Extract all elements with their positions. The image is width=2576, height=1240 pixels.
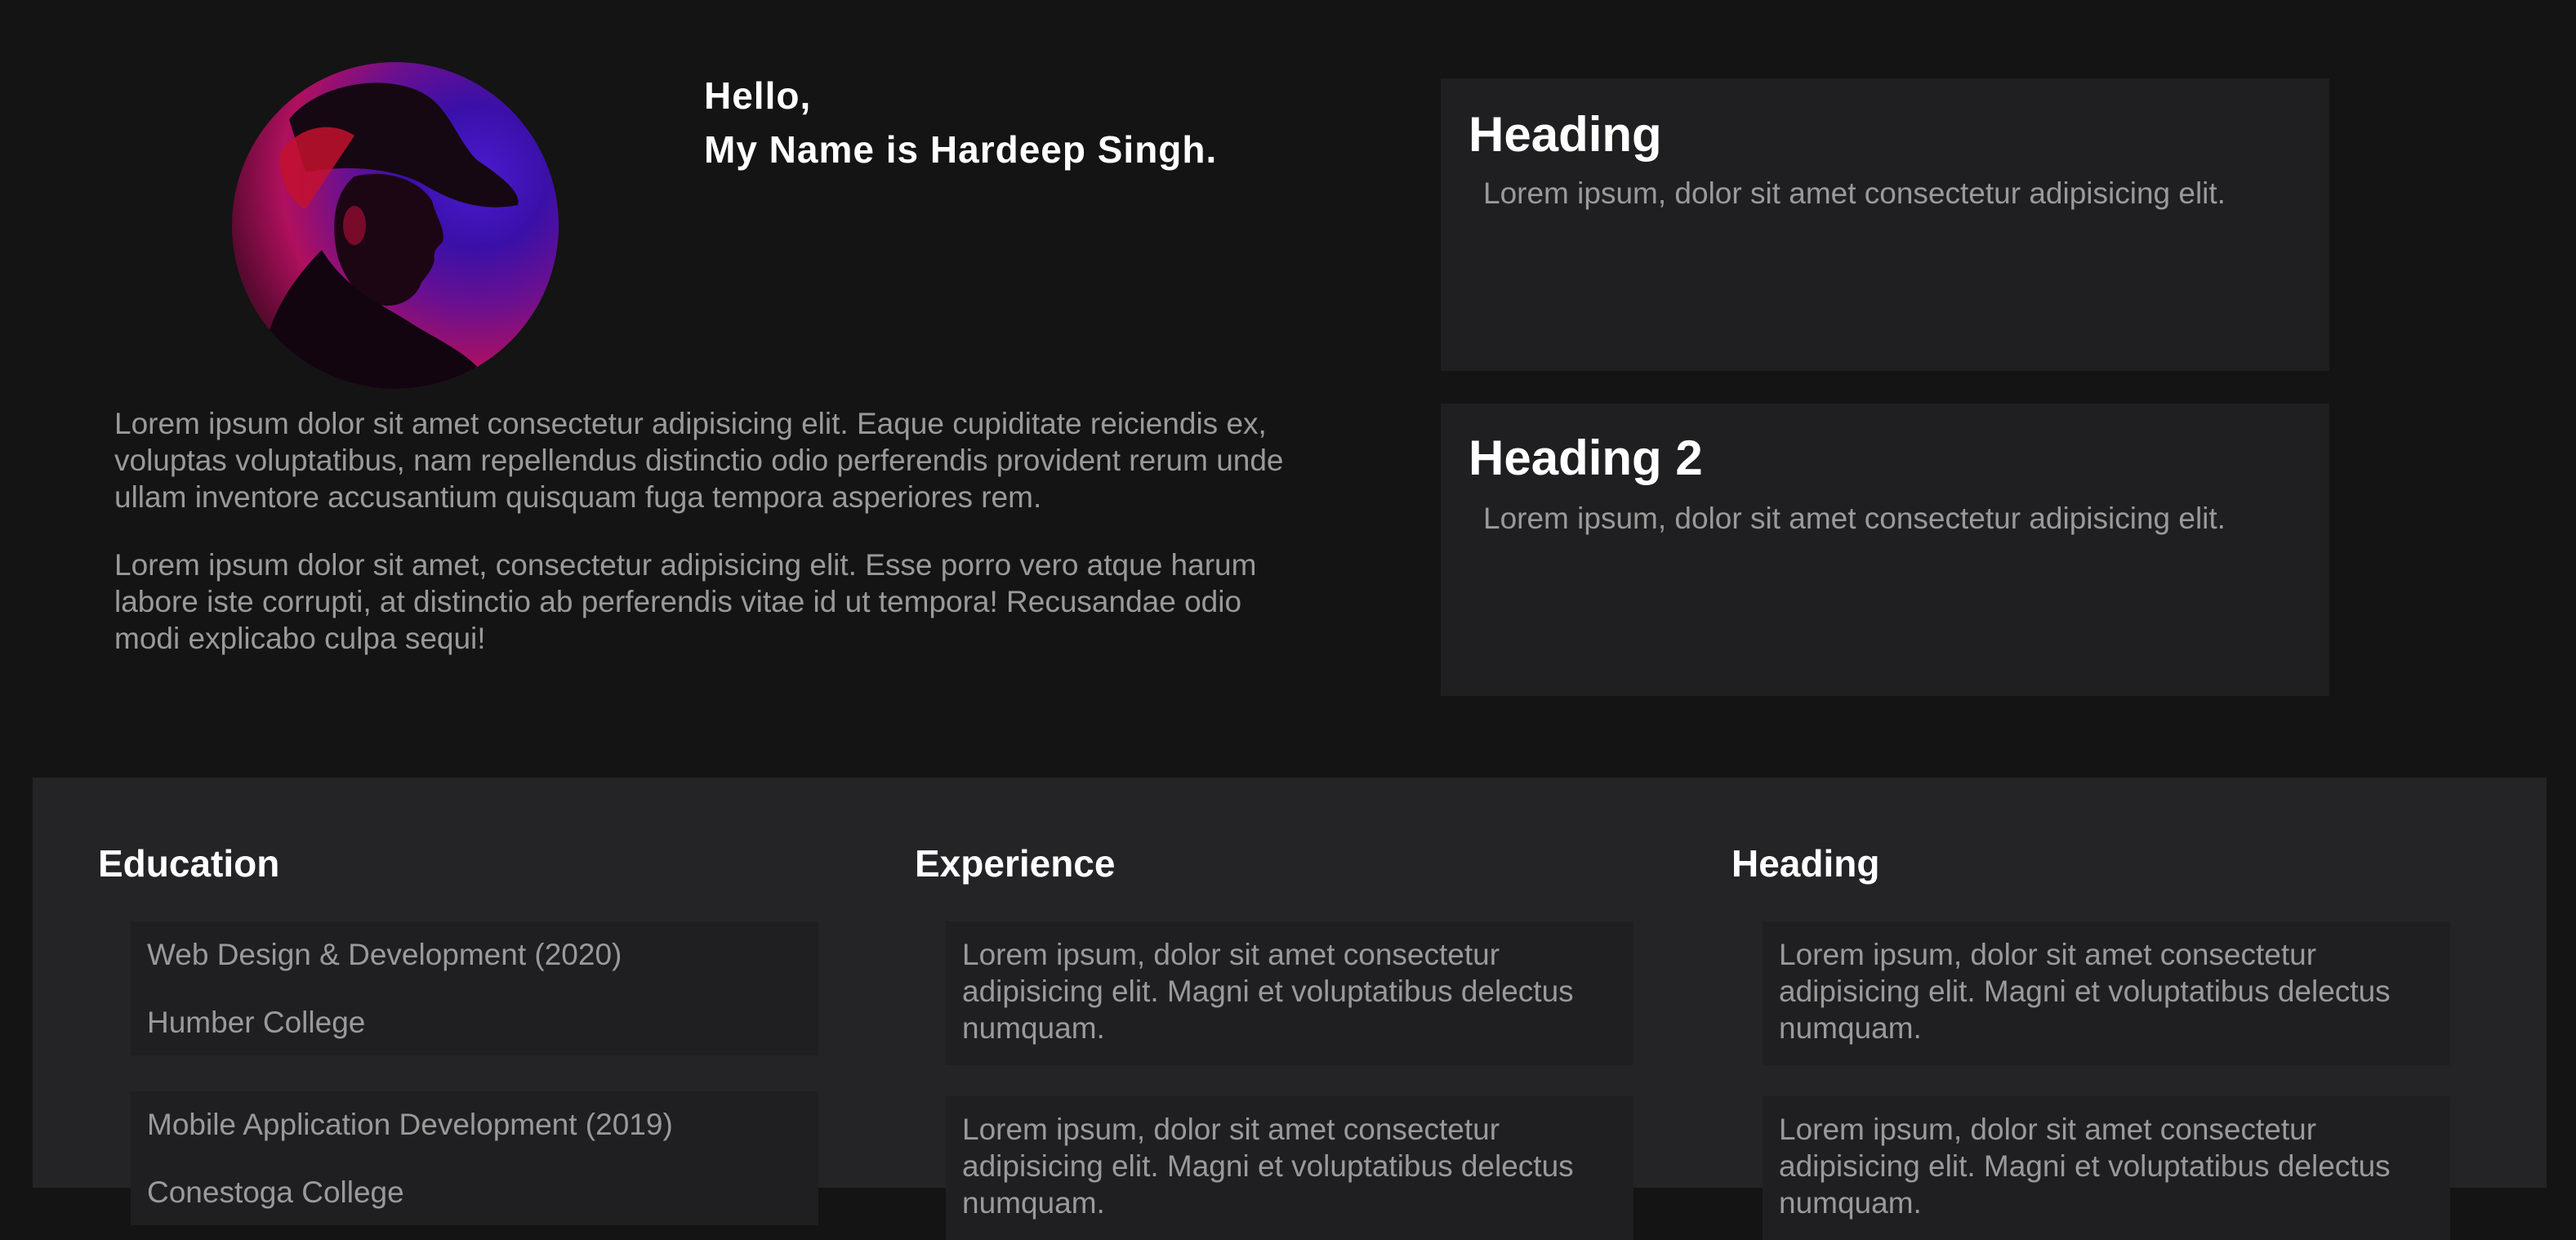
card-text: Lorem ipsum, dolor sit amet consectetur …	[1483, 176, 2226, 210]
experience-text: Lorem ipsum, dolor sit amet consectetur …	[962, 938, 1574, 1045]
profile-photo-silhouette	[263, 83, 519, 389]
section-title: Education	[98, 842, 280, 885]
section-title: Experience	[915, 842, 1116, 885]
other-item: Lorem ipsum, dolor sit amet consectetur …	[1763, 921, 2450, 1065]
card-text: Lorem ipsum, dolor sit amet consectetur …	[1483, 502, 2226, 535]
education-item: Mobile Application Development (2019) Co…	[131, 1091, 818, 1225]
education-school: Conestoga College	[147, 1175, 404, 1209]
section-title: Heading	[1731, 842, 1880, 885]
greeting-name: My Name is Hardeep Singh.	[704, 128, 1218, 171]
info-card: Heading 2 Lorem ipsum, dolor sit amet co…	[1441, 404, 2329, 696]
card-heading: Heading 2	[1468, 430, 1703, 485]
bio: Lorem ipsum dolor sit amet consectetur a…	[114, 405, 1307, 688]
greeting-hello: Hello,	[704, 74, 812, 117]
education-item: Web Design & Development (2020) Humber C…	[131, 921, 818, 1055]
card-heading: Heading	[1468, 107, 1662, 162]
education-school: Humber College	[147, 1006, 366, 1039]
other-text: Lorem ipsum, dolor sit amet consectetur …	[1779, 938, 2391, 1045]
details-panel: Education Web Design & Development (2020…	[33, 778, 2547, 1240]
experience-item: Lorem ipsum, dolor sit amet consectetur …	[946, 921, 1633, 1065]
education-program: Mobile Application Development (2019)	[147, 1108, 673, 1141]
experience-text: Lorem ipsum, dolor sit amet consectetur …	[962, 1113, 1574, 1220]
bio-paragraph: Lorem ipsum dolor sit amet consectetur a…	[114, 407, 1284, 514]
other-item: Lorem ipsum, dolor sit amet consectetur …	[1763, 1096, 2450, 1240]
bio-paragraph: Lorem ipsum dolor sit amet, consectetur …	[114, 548, 1257, 655]
experience-item: Lorem ipsum, dolor sit amet consectetur …	[946, 1096, 1633, 1240]
profile-avatar	[232, 62, 559, 389]
other-text: Lorem ipsum, dolor sit amet consectetur …	[1779, 1113, 2391, 1220]
hero-section: Hello, My Name is Hardeep Singh. Lorem i…	[0, 0, 2576, 776]
greeting: Hello, My Name is Hardeep Singh.	[704, 69, 1217, 176]
education-program: Web Design & Development (2020)	[147, 938, 622, 971]
info-card: Heading Lorem ipsum, dolor sit amet cons…	[1441, 78, 2329, 371]
